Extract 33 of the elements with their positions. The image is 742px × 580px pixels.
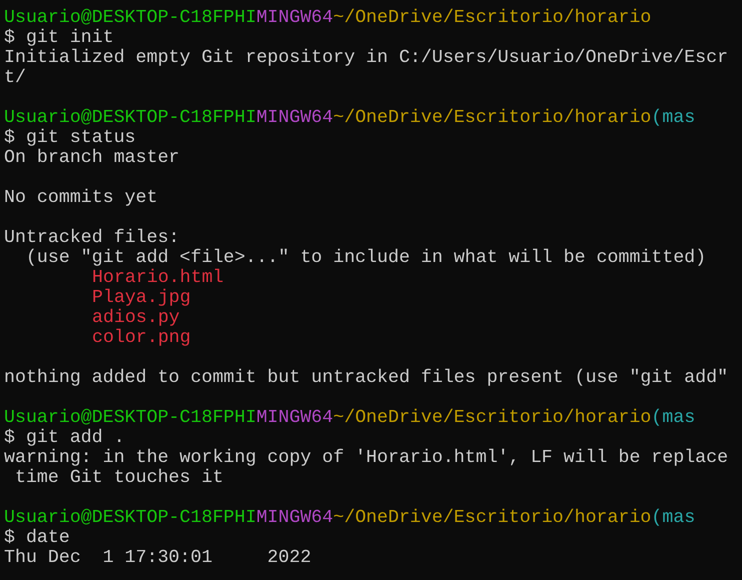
prompt-branch: (mas: [651, 508, 696, 528]
output-line: time Git touches it: [14, 468, 224, 488]
output-line: t/: [4, 68, 26, 88]
prompt-user: Usuario@DESKTOP-C18FPHI: [4, 508, 256, 528]
output-line: warning: in the working copy of 'Horario.html', LF will be replace: [4, 448, 728, 468]
prompt-user: Usuario@DESKTOP-C18FPHI: [4, 408, 256, 428]
prompt-path: ~/OneDrive/Escritorio/horario: [333, 108, 652, 128]
output-line: No commits yet: [4, 188, 158, 208]
output-line: Untracked files:: [4, 228, 180, 248]
prompt-system: MINGW64: [256, 108, 334, 128]
output-line: (use "git add <file>..." to include in what will be committed): [24, 248, 706, 268]
untracked-file: color.png: [92, 328, 191, 348]
output-line: On branch master: [4, 148, 180, 168]
prompt-path: ~/OneDrive/Escritorio/horario: [333, 408, 652, 428]
untracked-file: Playa.jpg: [92, 288, 191, 308]
output-line: nothing added to commit but untracked files present (use "git add": [4, 368, 728, 388]
prompt-path: ~/OneDrive/Escritorio/horario: [333, 508, 652, 528]
output-line: Thu Dec 1 17:30:01 2022: [4, 548, 312, 568]
command-line: $ git init: [4, 28, 114, 48]
untracked-file: adios.py: [92, 308, 180, 328]
prompt-branch: (mas: [651, 408, 696, 428]
output-line: Initialized empty Git repository in C:/Users/Usuario/OneDrive/Escr: [4, 48, 728, 68]
prompt-user: Usuario@DESKTOP-C18FPHI: [4, 8, 256, 28]
prompt-system: MINGW64: [256, 408, 334, 428]
untracked-file: Horario.html: [92, 268, 224, 288]
command-line: $ git add .: [4, 428, 125, 448]
prompt-system: MINGW64: [256, 508, 334, 528]
command-line: $ date: [4, 528, 70, 548]
prompt-path: ~/OneDrive/Escritorio/horario: [333, 8, 652, 28]
prompt-user: Usuario@DESKTOP-C18FPHI: [4, 108, 256, 128]
prompt-branch: (mas: [651, 108, 696, 128]
prompt-system: MINGW64: [256, 8, 334, 28]
command-line: $ git status: [4, 128, 136, 148]
